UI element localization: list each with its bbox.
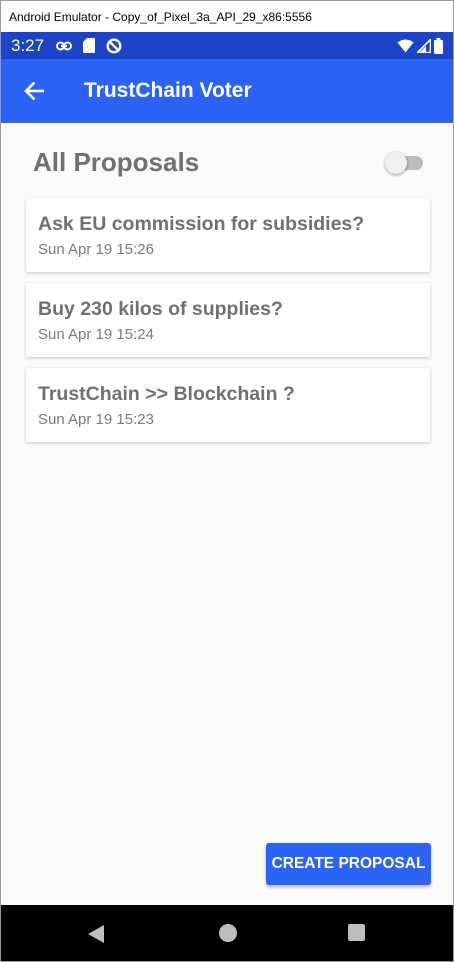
window-titlebar: Android Emulator - Copy_of_Pixel_3a_API_… [1, 1, 453, 32]
emulator-window: Android Emulator - Copy_of_Pixel_3a_API_… [0, 0, 454, 962]
status-right-icons [397, 37, 443, 54]
battery-icon [434, 37, 443, 54]
proposal-title: TrustChain >> Blockchain ? [38, 383, 295, 405]
window-title: Android Emulator - Copy_of_Pixel_3a_API_… [9, 9, 312, 24]
status-time: 3:27 [11, 35, 45, 55]
create-proposal-button[interactable]: CREATE PROPOSAL [266, 843, 431, 885]
app-bar: TrustChain Voter [1, 59, 453, 123]
back-triangle-icon[interactable] [87, 924, 105, 944]
status-left-icons [56, 37, 122, 54]
status-bar: 3:27 [1, 32, 453, 59]
cell-signal-icon [417, 38, 431, 53]
home-circle-icon[interactable] [219, 924, 237, 942]
toggle-thumb [385, 152, 407, 174]
wifi-icon [397, 39, 414, 52]
back-button[interactable] [22, 79, 46, 103]
sd-card-icon [83, 38, 96, 53]
data-saver-icon [106, 37, 122, 54]
proposal-card[interactable]: Buy 230 kilos of supplies? Sun Apr 19 15… [26, 283, 430, 357]
proposal-title: Buy 230 kilos of supplies? [38, 298, 283, 320]
system-nav-bar [1, 905, 453, 961]
link-icon [56, 41, 73, 50]
page-title: All Proposals [33, 147, 200, 177]
arrow-back-icon [24, 82, 44, 100]
app-title: TrustChain Voter [84, 79, 252, 102]
proposal-date: Sun Apr 19 15:24 [38, 326, 154, 343]
proposal-card[interactable]: Ask EU commission for subsidies? Sun Apr… [26, 198, 430, 272]
proposal-title: Ask EU commission for subsidies? [38, 213, 365, 235]
proposal-card[interactable]: TrustChain >> Blockchain ? Sun Apr 19 15… [26, 368, 430, 442]
proposals-toggle[interactable] [385, 151, 423, 174]
recents-square-icon[interactable] [348, 924, 365, 941]
proposals-screen: All Proposals Ask EU commission for subs… [1, 123, 453, 905]
proposal-date: Sun Apr 19 15:23 [38, 411, 154, 428]
proposal-date: Sun Apr 19 15:26 [38, 241, 154, 258]
